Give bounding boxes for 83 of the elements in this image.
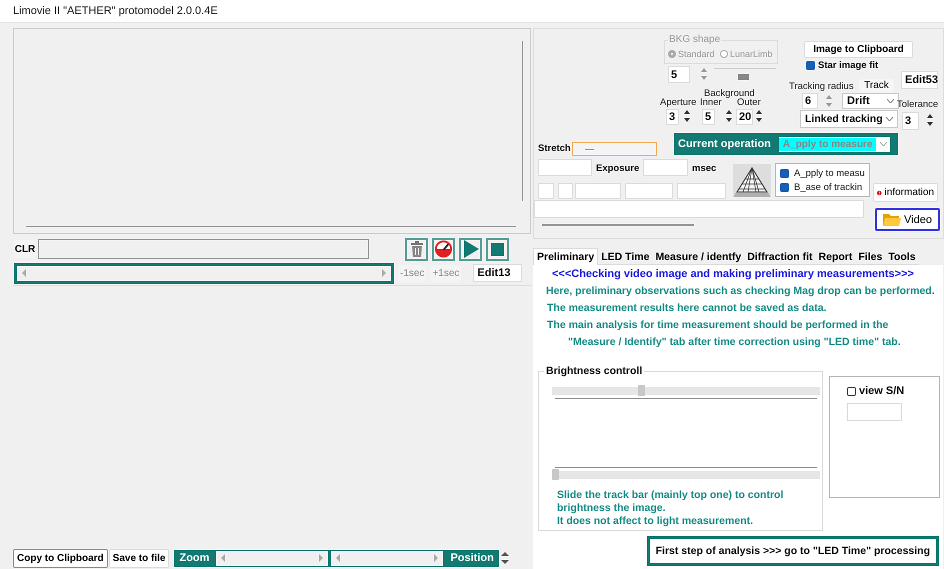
edit-field[interactable]: Edit53 bbox=[901, 71, 938, 89]
tab[interactable]: Measure / identfy bbox=[652, 250, 744, 265]
information-button[interactable]: information bbox=[873, 183, 938, 202]
scroll-left-icon bbox=[220, 554, 226, 562]
group-title: Brightness controll bbox=[544, 365, 644, 377]
current-operation-label: Current operation bbox=[678, 138, 771, 150]
slider[interactable] bbox=[552, 471, 820, 479]
speed-button[interactable] bbox=[432, 238, 455, 260]
scrollbar[interactable] bbox=[331, 550, 444, 566]
tab[interactable]: Tools bbox=[885, 250, 919, 265]
number-field[interactable]: 3 bbox=[902, 112, 919, 130]
scroll-right-icon bbox=[433, 554, 440, 562]
image-to-clipboard-button[interactable]: Image to Clipboard bbox=[804, 41, 913, 58]
slider[interactable] bbox=[552, 387, 820, 395]
position-label: Position bbox=[449, 552, 495, 564]
hint-text: It does not affect to light measurement. bbox=[557, 515, 754, 528]
field-label: Tracking radius bbox=[789, 81, 854, 92]
info-text: "Measure / Identify" tab after time correction using "LED time" tab. bbox=[567, 336, 902, 350]
dropdown[interactable]: Linked tracking bbox=[800, 110, 898, 128]
spin-button[interactable] bbox=[500, 549, 510, 567]
exposure-field[interactable] bbox=[643, 159, 688, 176]
tab[interactable]: LED Time bbox=[598, 250, 652, 265]
chevron-icon bbox=[886, 117, 893, 121]
next-step-banner: First step of analysis >>> go to "LED Time" processing bbox=[646, 536, 939, 566]
field-label: Tolerance bbox=[897, 99, 938, 110]
gauge-icon bbox=[434, 239, 453, 259]
video-button[interactable]: Video bbox=[875, 208, 940, 231]
checkbox[interactable]: B_ase of trackin bbox=[780, 180, 865, 194]
stop-button[interactable] bbox=[486, 238, 509, 260]
chevron-icon bbox=[887, 99, 894, 103]
checkbox[interactable]: view S/N bbox=[847, 385, 939, 397]
chevron-icon bbox=[880, 142, 888, 146]
number-field[interactable]: 5 bbox=[702, 109, 715, 125]
play-button[interactable] bbox=[459, 238, 482, 260]
exposure-label: Exposure bbox=[596, 163, 640, 174]
background-label: Background bbox=[704, 88, 755, 99]
number-field[interactable]: 3 bbox=[666, 109, 679, 125]
trash-icon bbox=[410, 241, 424, 257]
hint-text: brightness the image. bbox=[557, 502, 667, 515]
tab[interactable]: Diffraction fit bbox=[744, 250, 816, 265]
tab[interactable]: Report bbox=[816, 250, 856, 265]
track-button[interactable]: Track bbox=[859, 79, 894, 92]
scroll-right-icon bbox=[381, 269, 387, 277]
field-label: Outer bbox=[737, 97, 761, 108]
action-button[interactable]: Save to file bbox=[108, 548, 170, 568]
delete-button[interactable] bbox=[405, 238, 428, 260]
action-button[interactable]: Copy to Clipboard bbox=[13, 548, 108, 568]
tab[interactable]: Files bbox=[855, 250, 886, 265]
info-text: The measurement results here cannot be saved as data. bbox=[546, 302, 828, 316]
field-label: Inner bbox=[700, 97, 722, 108]
star-profile-icon bbox=[733, 164, 771, 197]
stop-icon bbox=[491, 242, 504, 256]
scroll-left-icon bbox=[21, 269, 27, 277]
number-field[interactable]: 20 bbox=[736, 109, 753, 125]
scroll-left-icon bbox=[335, 554, 342, 562]
scrollbar[interactable] bbox=[14, 262, 394, 284]
slider-thumb[interactable] bbox=[552, 469, 559, 480]
info-text: The main analysis for time measurement should be performed in the bbox=[546, 319, 890, 333]
stretch-label: Stretch bbox=[538, 143, 571, 154]
info-text: Here, preliminary observations such as checking Mag drop can be performed. bbox=[545, 285, 936, 299]
stretch-field[interactable]: — bbox=[572, 142, 657, 156]
dropdown[interactable]: Drift bbox=[842, 93, 899, 109]
checkbox[interactable]: A_pply to measu bbox=[780, 166, 865, 180]
heading-text: <<<Checking video image and making preliminary measurements>>> bbox=[551, 268, 915, 282]
unit-label: msec bbox=[692, 163, 716, 174]
play-icon bbox=[462, 240, 478, 258]
number-field[interactable]: 6 bbox=[802, 93, 818, 109]
scrollbar[interactable] bbox=[216, 550, 328, 566]
slider-thumb[interactable] bbox=[638, 385, 645, 396]
window-title: Limovie II "AETHER" protomodel 2.0.0.4E bbox=[13, 5, 218, 17]
edit-field[interactable]: Edit13 bbox=[473, 264, 522, 282]
field-label: Aperture bbox=[660, 97, 696, 108]
zoom-label: Zoom bbox=[178, 552, 210, 564]
number-field[interactable]: 5 bbox=[668, 66, 690, 83]
text-field[interactable] bbox=[38, 239, 369, 259]
folder-icon bbox=[883, 212, 902, 226]
checkbox[interactable]: Star image fit bbox=[806, 60, 878, 71]
slider-thumb-icon bbox=[738, 74, 749, 80]
hint-text: Slide the track bar (mainly top one) to control bbox=[557, 489, 784, 502]
tab[interactable]: Preliminary bbox=[533, 248, 598, 265]
scroll-right-icon bbox=[318, 554, 324, 562]
group-title: BKG shape bbox=[668, 34, 722, 45]
clr-button[interactable]: CLR bbox=[14, 240, 36, 258]
